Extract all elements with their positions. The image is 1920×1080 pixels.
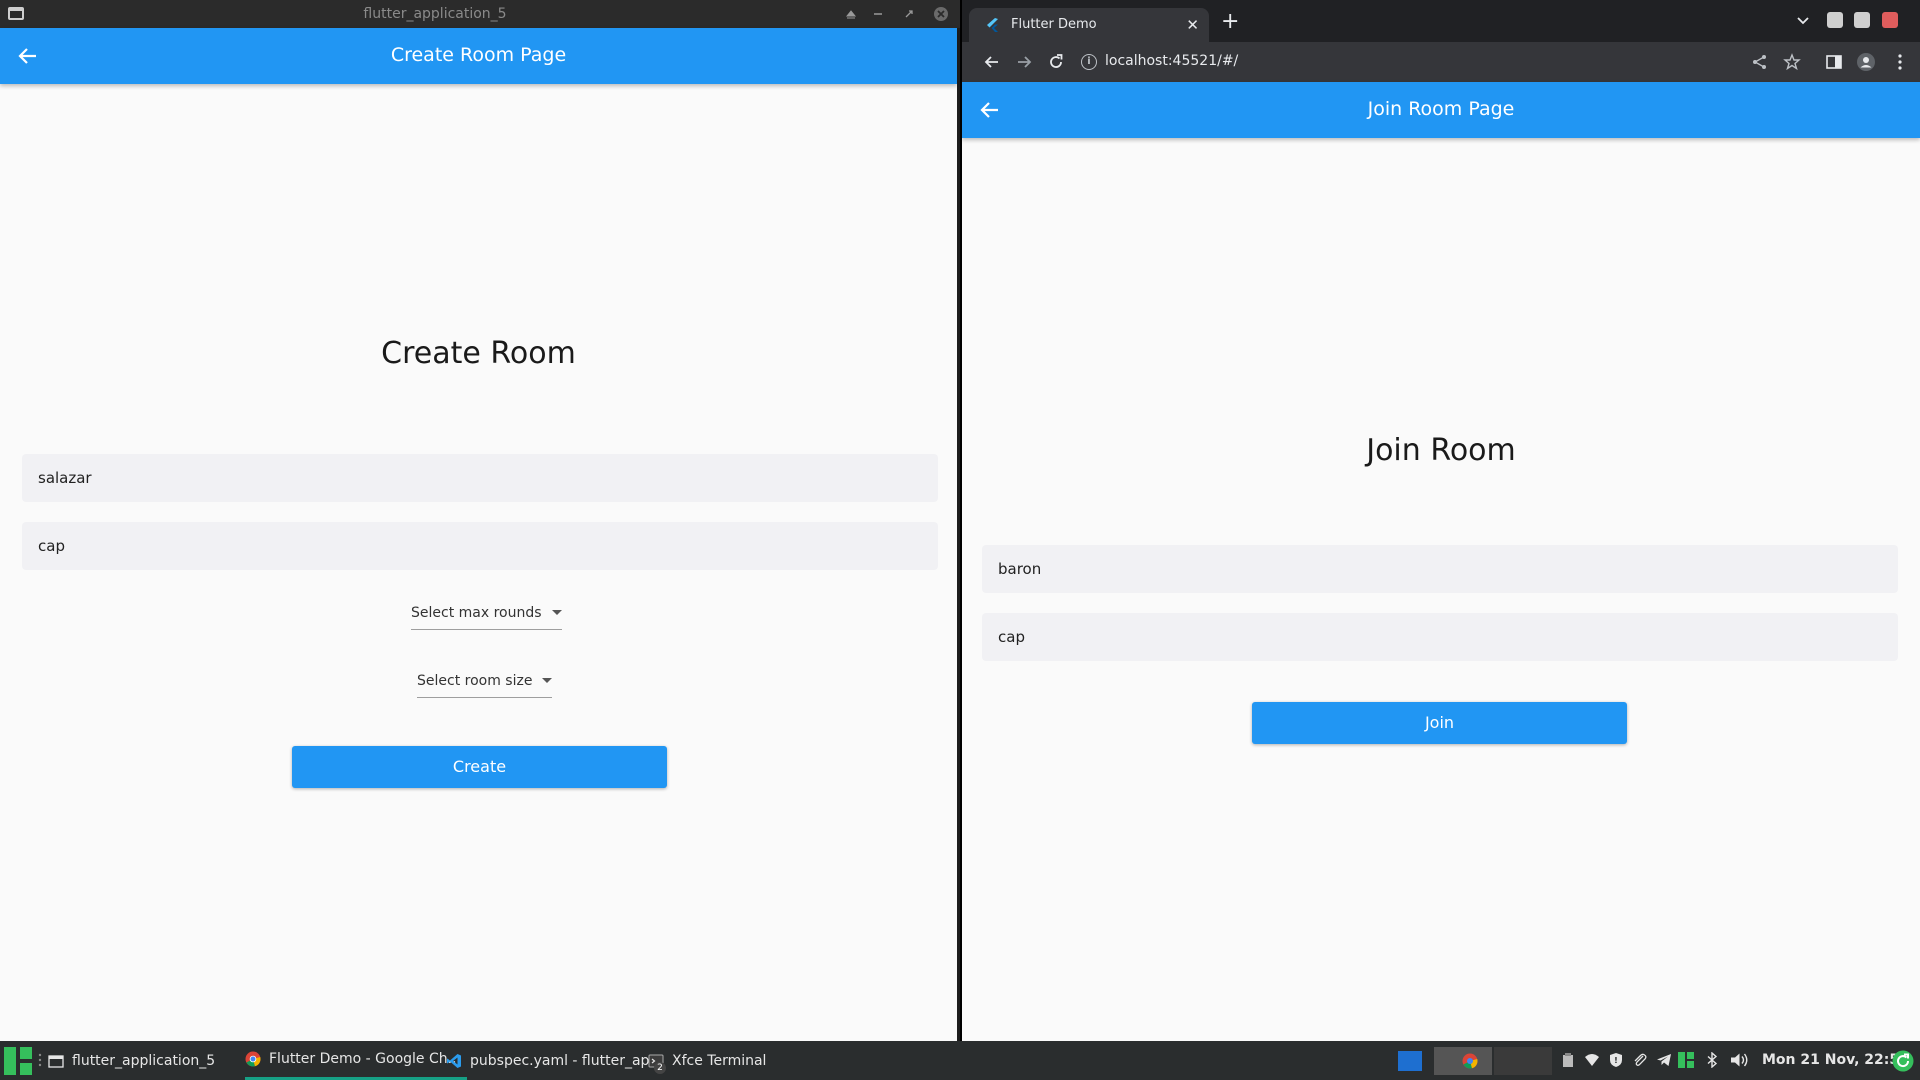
app-bar: Join Room Page — [962, 82, 1920, 138]
panel-handle-icon — [38, 1053, 42, 1067]
dropdown-arrow-icon — [542, 678, 553, 683]
page-heading: Create Room — [381, 336, 576, 371]
vscode-icon — [447, 1053, 461, 1068]
tab-strip: Flutter Demo ✕ + — [962, 0, 1920, 42]
terminal-icon: 2 — [648, 1053, 666, 1074]
room-name-input[interactable]: cap — [982, 613, 1898, 661]
room-size-label: Select room size — [417, 672, 533, 689]
manjaro-menu-icon[interactable] — [4, 1047, 32, 1075]
update-icon[interactable] — [1892, 1050, 1914, 1072]
more-menu-icon[interactable] — [1890, 52, 1910, 72]
room-name-input[interactable]: cap — [22, 522, 938, 570]
app-bar-title: Join Room Page — [1367, 98, 1515, 120]
taskbar-label: Flutter Demo - Google Ch... — [269, 1051, 461, 1067]
new-tab-button[interactable]: + — [1221, 11, 1239, 33]
address-bar[interactable]: i localhost:45521/#/ — [1075, 47, 1715, 77]
svg-text:!: ! — [1614, 1056, 1618, 1065]
window-title: flutter_application_5 — [363, 6, 507, 22]
share-icon[interactable] — [1750, 52, 1770, 72]
manjaro-settings-icon[interactable] — [1678, 1052, 1694, 1068]
window-titlebar[interactable]: flutter_application_5 — [0, 0, 960, 28]
taskbar-item-vscode[interactable]: pubspec.yaml - flutter_ap... — [446, 1041, 663, 1080]
telegram-icon[interactable] — [1656, 1052, 1672, 1068]
browser-tab[interactable]: Flutter Demo ✕ — [969, 8, 1209, 42]
side-panel-icon[interactable] — [1824, 52, 1844, 72]
close-icon[interactable] — [932, 5, 950, 23]
room-size-dropdown[interactable]: Select room size — [417, 668, 553, 698]
reload-icon[interactable] — [1046, 52, 1066, 72]
tab-search-chevron-icon[interactable] — [1796, 16, 1810, 26]
create-button[interactable]: Create — [292, 746, 667, 788]
url-text[interactable]: localhost:45521/#/ — [1105, 53, 1238, 69]
forward-icon[interactable] — [1014, 52, 1034, 72]
create-room-window: flutter_application_5 Create Room Page C… — [0, 0, 960, 1041]
bluetooth-icon[interactable] — [1704, 1052, 1720, 1068]
bookmark-star-icon[interactable] — [1782, 52, 1802, 72]
clipboard-icon[interactable] — [1560, 1052, 1576, 1068]
join-button[interactable]: Join — [1252, 702, 1627, 744]
clock[interactable]: Mon 21 Nov, 22:57 — [1762, 1052, 1909, 1068]
name-input[interactable]: salazar — [22, 454, 938, 502]
browser-close-icon[interactable] — [1882, 12, 1898, 28]
browser-window: Flutter Demo ✕ + i localhost:45521/#/ Jo… — [962, 0, 1920, 1041]
taskbar-label: Xfce Terminal — [672, 1052, 767, 1069]
workspace-1[interactable] — [1398, 1051, 1422, 1071]
page-heading: Join Room — [1366, 433, 1516, 468]
taskbar-label: flutter_application_5 — [72, 1052, 216, 1069]
taskbar-item-flutter-app[interactable]: flutter_application_5 — [48, 1041, 215, 1080]
workspace-3[interactable] — [1494, 1047, 1552, 1075]
maximize-icon[interactable] — [900, 5, 918, 23]
taskbar-item-chrome[interactable]: Flutter Demo - Google Ch... — [245, 1041, 467, 1080]
minimize-icon[interactable] — [869, 5, 887, 23]
browser-minimize-icon[interactable] — [1827, 12, 1843, 28]
workspace-2[interactable] — [1434, 1047, 1492, 1075]
max-rounds-label: Select max rounds — [411, 604, 542, 621]
app-bar: Create Room Page — [0, 28, 957, 84]
tab-title: Flutter Demo — [1011, 17, 1097, 32]
back-icon[interactable] — [982, 52, 1002, 72]
taskbar-label: pubspec.yaml - flutter_ap... — [470, 1052, 663, 1069]
paperclip-icon[interactable] — [1632, 1052, 1648, 1068]
security-shield-icon[interactable]: ! — [1608, 1052, 1624, 1068]
profile-avatar-icon[interactable] — [1856, 52, 1876, 72]
window-icon — [48, 1054, 64, 1068]
taskbar: flutter_application_5 Flutter Demo - Goo… — [0, 1041, 1920, 1080]
taskbar-item-terminal[interactable]: 2 Xfce Terminal — [648, 1041, 766, 1080]
workspace-chrome-icon — [1462, 1053, 1478, 1069]
name-input[interactable]: baron — [982, 545, 1898, 593]
dropdown-arrow-icon — [551, 610, 562, 615]
volume-icon[interactable] — [1730, 1052, 1750, 1068]
browser-toolbar: i localhost:45521/#/ — [962, 42, 1920, 82]
tab-close-icon[interactable]: ✕ — [1186, 16, 1199, 34]
max-rounds-dropdown[interactable]: Select max rounds — [411, 600, 562, 630]
app-bar-title: Create Room Page — [390, 44, 567, 66]
browser-maximize-icon[interactable] — [1854, 12, 1870, 28]
site-info-icon[interactable]: i — [1081, 54, 1097, 70]
wifi-icon[interactable] — [1584, 1052, 1600, 1068]
chrome-icon — [245, 1051, 261, 1067]
flutter-favicon-icon — [987, 18, 998, 32]
terminal-count-badge: 2 — [654, 1061, 666, 1074]
shade-icon[interactable] — [842, 5, 860, 23]
